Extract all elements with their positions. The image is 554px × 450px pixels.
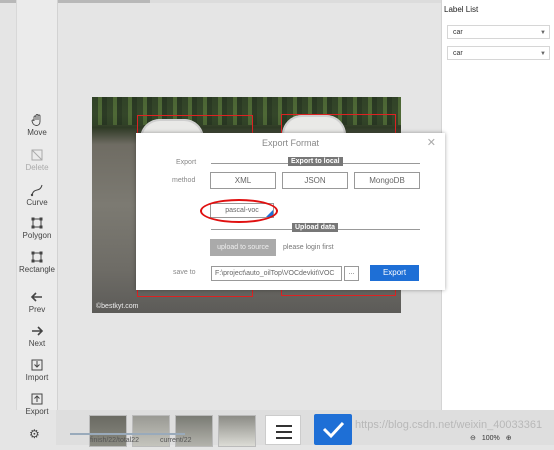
- rectangle-tool[interactable]: Rectangle: [17, 250, 57, 274]
- upload-to-source-button[interactable]: upload to source: [210, 239, 276, 256]
- delete-tool[interactable]: Delete: [17, 148, 57, 172]
- zoom-controls: ⊖ 100% ⊕: [470, 434, 516, 442]
- format-mongodb-button[interactable]: MongoDB: [354, 172, 420, 189]
- hand-icon: [31, 114, 41, 126]
- polygon-tool[interactable]: Polygon: [17, 216, 57, 240]
- label-value: car: [453, 29, 463, 36]
- close-icon[interactable]: ✕: [427, 136, 436, 149]
- dialog-title: Export Format: [261, 138, 319, 148]
- format-json-button[interactable]: JSON: [282, 172, 348, 189]
- zoom-in-icon[interactable]: ⊕: [506, 435, 512, 442]
- export-to-local-tag: Export to local: [288, 157, 343, 166]
- next-tool[interactable]: Next: [17, 324, 57, 348]
- menu-line: [276, 425, 292, 427]
- settings-gear-icon[interactable]: ⚙: [29, 427, 40, 441]
- save-path-input[interactable]: F:\project\auto_oilTop\VOCdevkit\VOC: [211, 266, 342, 281]
- browse-button[interactable]: ...: [344, 266, 359, 281]
- menu-button[interactable]: [265, 415, 301, 445]
- export-icon: [31, 393, 43, 405]
- current-status: current/22: [160, 437, 192, 444]
- method-label: method: [172, 177, 196, 184]
- chevron-down-icon: ▼: [540, 51, 546, 57]
- chevron-down-icon: ▼: [540, 30, 546, 36]
- export-format-dialog: Export Format ✕ Export Export to local m…: [136, 133, 445, 290]
- save-to-label: save to: [173, 269, 196, 276]
- curve-label: Curve: [26, 198, 48, 207]
- curve-tool[interactable]: Curve: [17, 183, 57, 207]
- confirm-button[interactable]: [314, 414, 352, 445]
- rectangle-label: Rectangle: [18, 265, 56, 274]
- move-label: Move: [27, 128, 47, 137]
- thumbnail[interactable]: [218, 415, 256, 447]
- polygon-label: Polygon: [22, 231, 52, 240]
- import-icon: [31, 359, 43, 371]
- blog-watermark: https://blog.csdn.net/weixin_40033361: [355, 419, 543, 431]
- menu-line: [276, 437, 292, 439]
- format-xml-button[interactable]: XML: [210, 172, 276, 189]
- export-label: Export: [25, 407, 49, 416]
- curve-icon: [30, 184, 43, 197]
- prev-tool[interactable]: Prev: [17, 290, 57, 314]
- import-tool[interactable]: Import: [17, 358, 57, 382]
- finish-status: finish/22/total22: [90, 437, 140, 444]
- zoom-out-icon[interactable]: ⊖: [470, 435, 476, 442]
- prev-arrow-icon: [30, 292, 42, 302]
- label-select-1[interactable]: car ▼: [447, 25, 550, 39]
- label-value: car: [453, 50, 463, 57]
- import-label: Import: [25, 373, 49, 382]
- menu-line: [276, 431, 292, 433]
- move-tool[interactable]: Move: [17, 113, 57, 137]
- rectangle-icon: [31, 251, 43, 263]
- image-watermark: ©bestkyt.com: [96, 303, 139, 310]
- delete-label: Delete: [25, 163, 49, 172]
- login-note: please login first: [283, 244, 334, 251]
- export-tool[interactable]: Export: [17, 392, 57, 416]
- progress-bar: [70, 433, 185, 435]
- left-toolbar: Move Delete Curve Polygon Rectangle Prev…: [16, 0, 58, 416]
- next-label: Next: [28, 339, 46, 348]
- check-icon: [322, 421, 345, 439]
- red-highlight-annotation: [200, 199, 278, 223]
- zoom-level: 100%: [481, 435, 500, 442]
- prev-label: Prev: [28, 305, 46, 314]
- label-list-panel: Label List car ▼ car ▼: [441, 0, 554, 410]
- delete-icon: [31, 149, 43, 161]
- export-button[interactable]: Export: [370, 265, 419, 281]
- export-row-label: Export: [176, 159, 197, 166]
- label-list-title: Label List: [444, 5, 479, 14]
- upload-data-tag: Upload data: [292, 223, 339, 232]
- next-arrow-icon: [32, 326, 44, 336]
- polygon-icon: [31, 217, 43, 229]
- label-select-2[interactable]: car ▼: [447, 46, 550, 60]
